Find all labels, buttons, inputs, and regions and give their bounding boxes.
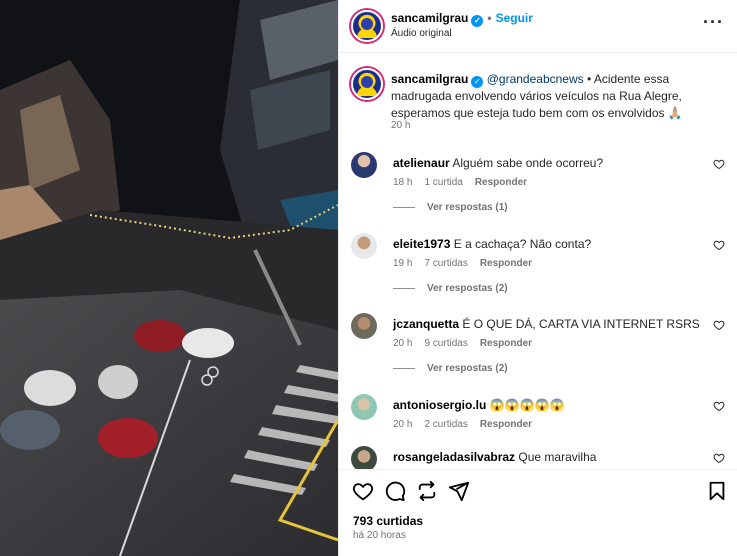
comment-text: jczanquetta É O QUE DÁ, CARTA VIA INTERN…: [393, 317, 703, 331]
comment-avatar[interactable]: [351, 313, 377, 339]
author-username[interactable]: sancamilgrau: [391, 11, 468, 25]
comment-avatar[interactable]: [351, 233, 377, 259]
comment-like-heart-icon[interactable]: [713, 319, 725, 331]
comment-body: Alguém sabe onde ocorreu?: [452, 156, 604, 170]
comment-item: jczanquetta É O QUE DÁ, CARTA VIA INTERN…: [351, 313, 731, 383]
comment-meta: 19 h 7 curtidas Responder: [393, 258, 544, 269]
comment-likes[interactable]: 2 curtidas: [424, 419, 467, 430]
comment-meta: 20 h 2 curtidas Responder: [393, 419, 544, 430]
caption-mention[interactable]: @grandeabcnews: [487, 72, 584, 86]
comment-meta: 20 h 9 curtidas Responder: [393, 338, 544, 349]
comment-text: atelienaur Alguém sabe onde ocorreu?: [393, 156, 703, 170]
heart-icon[interactable]: [352, 480, 374, 502]
verified-badge-icon: ✓: [471, 15, 484, 27]
comment-meta: 18 h 1 curtida Responder: [393, 177, 539, 188]
comment-time[interactable]: 18 h: [393, 177, 412, 188]
comment-item: eleite1973 E a cachaça? Não conta? 19 h 7…: [351, 233, 731, 303]
send-icon[interactable]: [448, 480, 470, 502]
reply-button[interactable]: Responder: [480, 338, 532, 349]
audio-label[interactable]: Áudio original: [391, 28, 452, 39]
view-replies-button[interactable]: Ver respostas (2): [393, 283, 508, 294]
comment-time[interactable]: 20 h: [393, 338, 412, 349]
author-avatar[interactable]: [351, 10, 383, 42]
video-frame-image: [0, 0, 338, 556]
video-player[interactable]: [0, 0, 338, 556]
view-replies-button[interactable]: Ver respostas (1): [393, 202, 508, 213]
comment-item: rosangeladasilvabraz Que maravilha: [351, 446, 731, 469]
comment-username[interactable]: antoniosergio.lu: [393, 398, 486, 412]
comment-body: É O QUE DÁ, CARTA VIA INTERNET RSRS: [462, 317, 700, 331]
comment-time[interactable]: 19 h: [393, 258, 412, 269]
caption-username[interactable]: sancamilgrau: [391, 72, 468, 86]
comment-body: Que maravilha: [518, 450, 597, 464]
comment-text: rosangeladasilvabraz Que maravilha: [393, 450, 703, 464]
comment-text: antoniosergio.lu 😱😱😱😱😱: [393, 398, 703, 412]
bookmark-icon[interactable]: [706, 480, 728, 502]
reply-button[interactable]: Responder: [480, 258, 532, 269]
follow-button[interactable]: Seguir: [496, 11, 533, 25]
comment-likes[interactable]: 1 curtida: [424, 177, 462, 188]
comment-username[interactable]: rosangeladasilvabraz: [393, 450, 515, 464]
reply-button[interactable]: Responder: [475, 177, 527, 188]
comment-avatar[interactable]: [351, 394, 377, 420]
comment-like-heart-icon[interactable]: [713, 400, 725, 412]
comment-time[interactable]: 20 h: [393, 419, 412, 430]
separator-dot: •: [487, 11, 492, 25]
comment-item: atelienaur Alguém sabe onde ocorreu? 18 …: [351, 152, 731, 222]
likes-count[interactable]: 793 curtidas: [353, 514, 423, 528]
post-actions: 793 curtidas há 20 horas: [339, 469, 737, 556]
comment-username[interactable]: atelienaur: [393, 156, 450, 170]
comment-like-heart-icon[interactable]: [713, 239, 725, 251]
comment-likes[interactable]: 9 curtidas: [424, 338, 467, 349]
comment-text: eleite1973 E a cachaça? Não conta?: [393, 237, 703, 251]
comment-likes[interactable]: 7 curtidas: [424, 258, 467, 269]
caption-text: sancamilgrau ✓ @grandeabcnews • Acidente …: [391, 71, 726, 122]
comment-icon[interactable]: [384, 480, 406, 502]
view-replies-button[interactable]: Ver respostas (2): [393, 363, 508, 374]
more-options-icon[interactable]: ···: [703, 12, 724, 33]
post-timestamp[interactable]: há 20 horas: [353, 530, 406, 541]
repost-icon[interactable]: [416, 480, 438, 502]
post-header: sancamilgrau ✓ • Seguir Áudio original ···: [339, 0, 737, 53]
comment-body: 😱😱😱😱😱: [489, 398, 565, 412]
comment-like-heart-icon[interactable]: [713, 158, 725, 170]
comment-avatar[interactable]: [351, 152, 377, 178]
post-panel: sancamilgrau ✓ • Seguir Áudio original ··· …: [338, 0, 737, 556]
verified-badge-icon: ✓: [471, 76, 484, 88]
caption-timestamp[interactable]: 20 h: [391, 120, 410, 131]
comment-body: E a cachaça? Não conta?: [453, 237, 592, 251]
comment-avatar[interactable]: [351, 446, 377, 469]
author-line: sancamilgrau ✓ • Seguir: [391, 11, 533, 27]
comment-like-heart-icon[interactable]: [713, 452, 725, 464]
caption-avatar[interactable]: [351, 68, 383, 100]
comment-username[interactable]: jczanquetta: [393, 317, 459, 331]
reply-button[interactable]: Responder: [480, 419, 532, 430]
comment-username[interactable]: eleite1973: [393, 237, 450, 251]
